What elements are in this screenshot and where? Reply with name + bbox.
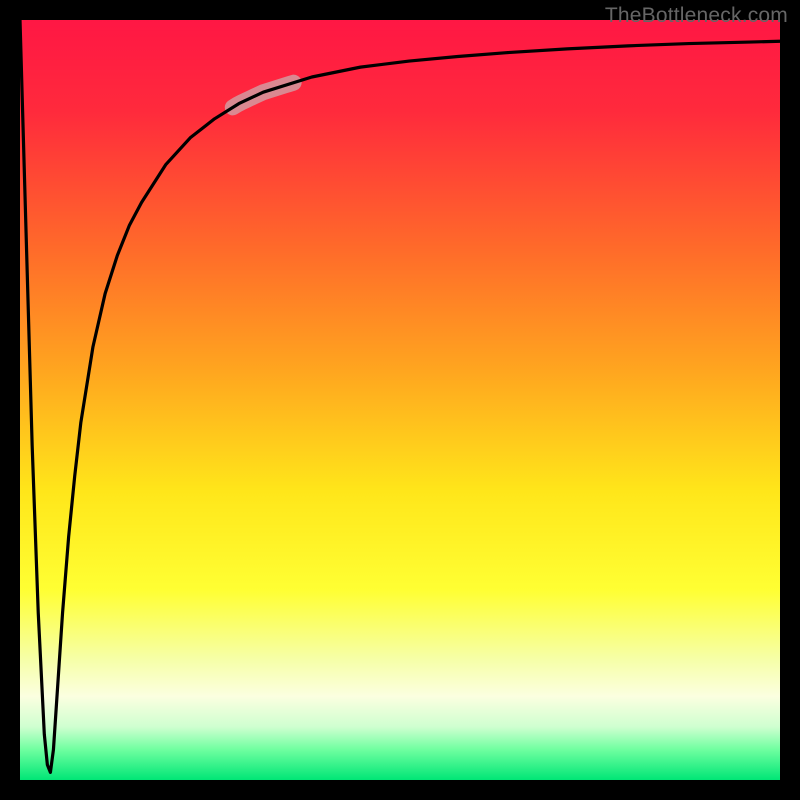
chart-background-gradient (20, 20, 780, 780)
watermark-label: TheBottleneck.com (605, 4, 788, 28)
chart-container: TheBottleneck.com (0, 0, 800, 800)
bottleneck-chart (0, 0, 800, 800)
